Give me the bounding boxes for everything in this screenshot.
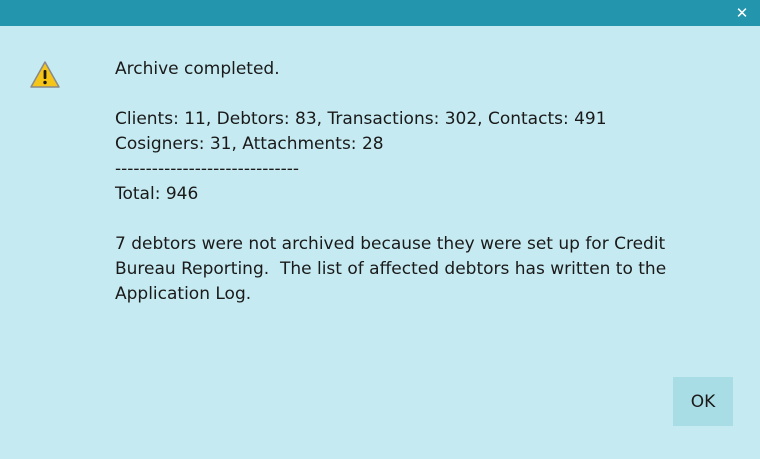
note-line-2: Bureau Reporting. The list of affected d… [115,259,667,279]
note-line-1: 7 debtors were not archived because they… [115,234,666,254]
warning-icon [30,61,60,88]
total-line: Total: 946 [115,184,199,204]
ok-button[interactable]: OK [673,377,733,426]
message-dialog: ✕ Archive completed. Clients: 11, Debtor… [0,0,760,459]
counts-line-2: Cosigners: 31, Attachments: 28 [115,134,384,154]
close-icon: ✕ [735,4,749,22]
title-bar: ✕ [0,0,760,26]
close-button[interactable]: ✕ [730,2,754,24]
note-line-3: Application Log. [115,284,252,304]
separator-line: ------------------------------ [115,159,300,179]
message-text: Archive completed. Clients: 11, Debtors:… [115,57,715,307]
message-heading: Archive completed. [115,59,280,79]
counts-line-1: Clients: 11, Debtors: 83, Transactions: … [115,109,607,129]
